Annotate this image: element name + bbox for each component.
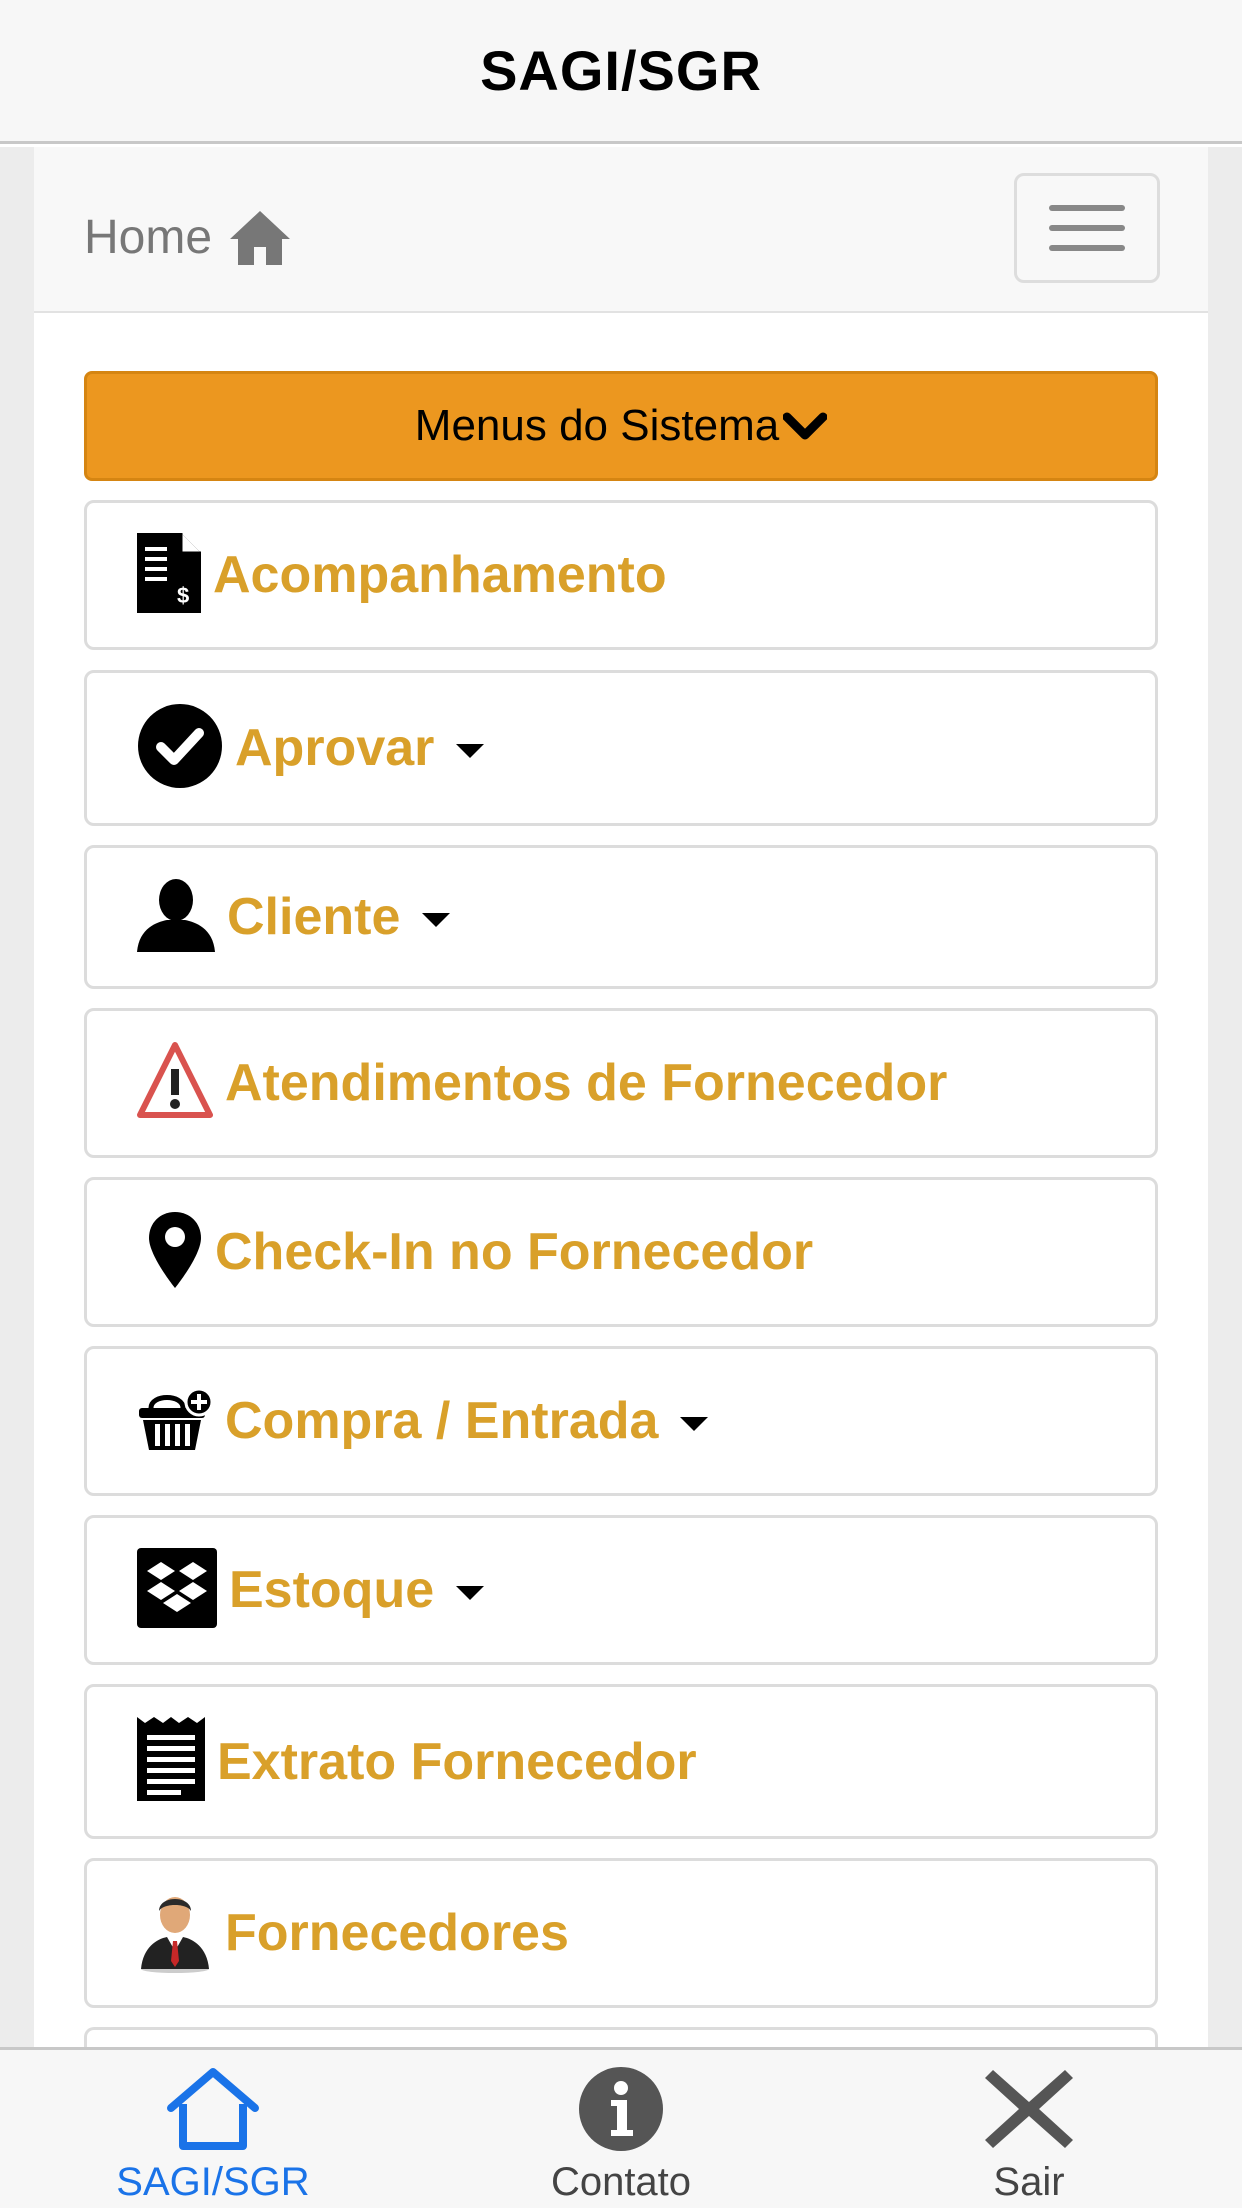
left-gutter — [0, 147, 34, 2047]
svg-text:$: $ — [177, 583, 189, 608]
menu-item-acompanhamento[interactable]: $ Acompanhamento — [84, 500, 1158, 650]
navbar: Home — [34, 147, 1208, 313]
menu-item-cliente[interactable]: Cliente — [84, 845, 1158, 989]
menu-item-label: Check-In no Fornecedor — [215, 1223, 814, 1281]
invoice-icon: $ — [137, 532, 201, 618]
home-outline-icon — [165, 2064, 261, 2154]
basket-add-icon — [137, 1386, 214, 1457]
app-title: SAGI/SGR — [480, 39, 762, 102]
menu-item-atendimentos-fornecedor[interactable]: Atendimentos de Fornecedor — [84, 1008, 1158, 1158]
system-menus-button[interactable]: Menus do Sistema — [84, 371, 1158, 481]
businessman-icon — [137, 1889, 213, 1978]
menu-item-checkin-fornecedor[interactable]: Check-In no Fornecedor — [84, 1177, 1158, 1327]
tab-sair[interactable]: Sair — [879, 2064, 1179, 2205]
menu-item-fornecedores[interactable]: Fornecedores — [84, 1858, 1158, 2008]
tab-label: Contato — [550, 2160, 692, 2204]
info-icon — [573, 2064, 669, 2154]
home-icon — [228, 205, 292, 269]
menu-item-compra-entrada[interactable]: Compra / Entrada — [84, 1346, 1158, 1496]
home-label: Home — [84, 210, 213, 264]
bottom-tab-bar: SAGI/SGR Contato Sair — [0, 2047, 1242, 2208]
person-icon — [137, 878, 215, 957]
menu-item-extrato-fornecedor[interactable]: Extrato Fornecedor — [84, 1684, 1158, 1839]
checkmark-circle-icon — [137, 703, 223, 794]
tab-contato[interactable]: Contato — [471, 2064, 771, 2205]
hamburger-icon — [1049, 205, 1125, 211]
menu-item-label: Cliente — [227, 888, 401, 946]
menu-item-label: Atendimentos de Fornecedor — [225, 1054, 948, 1112]
menu-item-label: Estoque — [229, 1561, 435, 1619]
caret-down-icon — [456, 1586, 485, 1600]
menu-item-label: Fornecedores — [225, 1904, 569, 1962]
right-gutter — [1208, 147, 1242, 2047]
warning-icon — [137, 1041, 213, 1126]
menu-item-label: Extrato Fornecedor — [217, 1732, 697, 1791]
tab-label: Sair — [993, 2160, 1065, 2204]
menu-item-label: Compra / Entrada — [225, 1392, 659, 1450]
dropbox-icon — [137, 1547, 217, 1633]
menu-item-label: Aprovar — [235, 719, 435, 777]
menu-item-aprovar[interactable]: Aprovar — [84, 670, 1158, 826]
caret-down-icon — [680, 1417, 709, 1431]
tab-home[interactable]: SAGI/SGR — [63, 2064, 363, 2205]
navbar-toggle-button[interactable] — [1014, 173, 1160, 283]
tab-label: SAGI/SGR — [116, 2160, 310, 2204]
main-content: Menus do Sistema $ Acompanhamento Aprova… — [34, 315, 1208, 2087]
map-pin-icon — [147, 1210, 203, 1295]
caret-down-icon — [422, 913, 451, 927]
menu-item-estoque[interactable]: Estoque — [84, 1515, 1158, 1665]
receipt-icon — [137, 1717, 205, 1806]
menu-item-label: Acompanhamento — [213, 546, 667, 604]
home-link[interactable]: Home — [84, 205, 292, 269]
system-menus-label: Menus do Sistema — [414, 401, 780, 450]
app-header: SAGI/SGR — [0, 0, 1242, 144]
chevron-down-icon — [782, 411, 828, 441]
caret-down-icon — [456, 744, 485, 758]
close-icon — [981, 2064, 1077, 2154]
